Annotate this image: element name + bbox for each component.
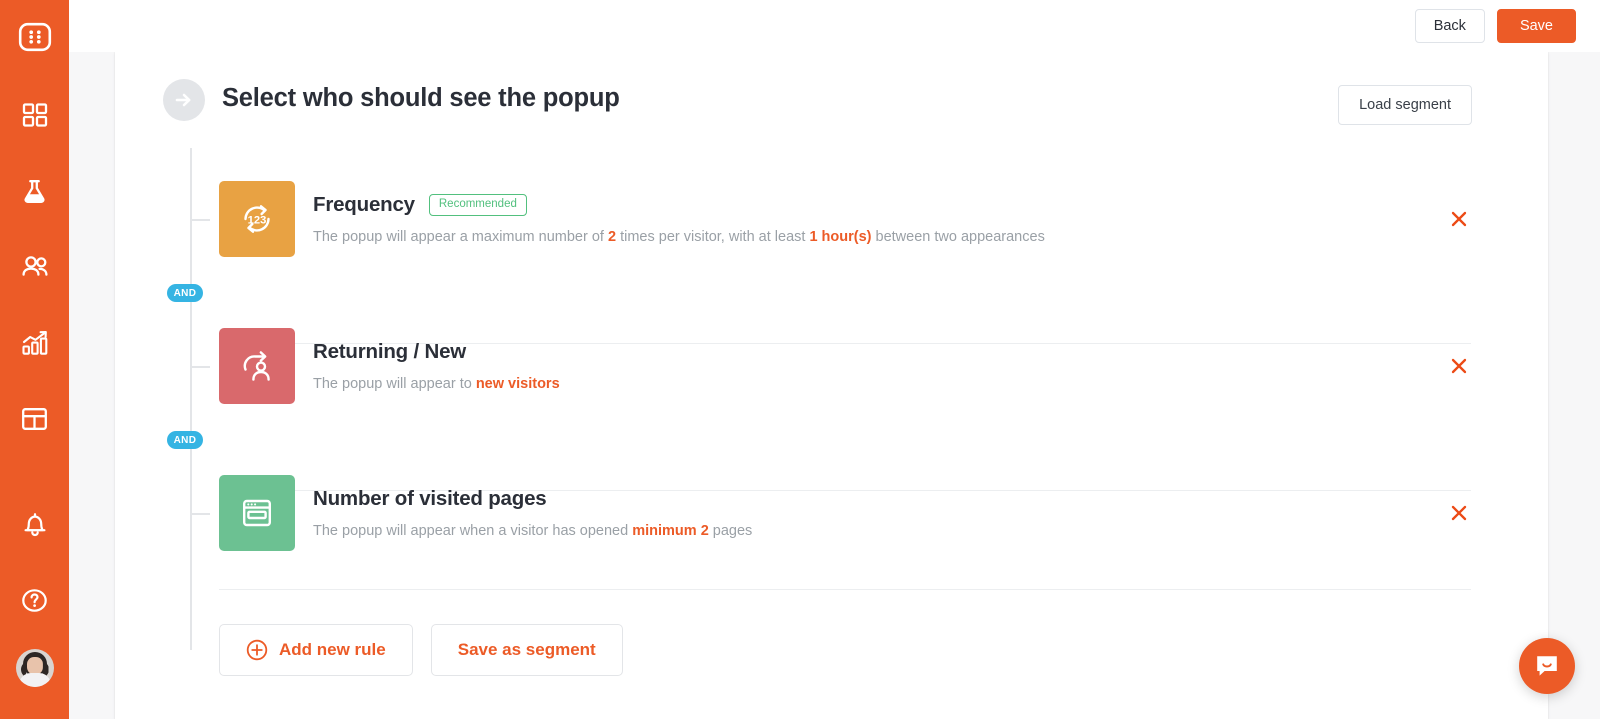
rule-visited-pages-icon-tile [219, 475, 295, 551]
rule-frequency[interactable]: 123 Frequency Recommended The popup will… [219, 181, 1471, 277]
tree-stub-2 [192, 366, 210, 368]
rule-visited-pages-body: Number of visited pages The popup will a… [313, 487, 752, 541]
rule-footer-actions: Add new rule Save as segment [219, 624, 623, 676]
save-as-segment-button[interactable]: Save as segment [430, 624, 623, 676]
squares-icon [22, 103, 47, 127]
sidebar-item-audience[interactable] [13, 245, 57, 289]
rule-returning-new-icon-tile [219, 328, 295, 404]
frequency-123-loop-icon: 123 [244, 205, 270, 233]
arrow-right-circle-icon [163, 79, 205, 121]
and-connector-2[interactable]: AND [167, 431, 203, 449]
back-button[interactable]: Back [1414, 9, 1485, 43]
rule-frequency-body: Frequency Recommended The popup will app… [313, 193, 1045, 247]
flask-icon [24, 179, 45, 203]
avatar-body [18, 673, 51, 687]
rule-returning-new-body: Returning / New The popup will appear to… [313, 340, 560, 394]
save-button[interactable]: Save [1496, 9, 1576, 43]
rule-frequency-title-row: Frequency Recommended [313, 193, 1045, 217]
save-as-segment-label: Save as segment [457, 640, 596, 659]
rule-frequency-icon-tile: 123 [219, 181, 295, 257]
rule-frequency-remove-button[interactable] [1447, 207, 1471, 231]
close-icon [1451, 211, 1467, 227]
close-icon [1451, 505, 1467, 521]
returning-visitor-arrow-person-icon [243, 351, 270, 381]
rule-returning-new-title: Returning / New [313, 340, 467, 363]
sidebar-item-templates[interactable] [13, 397, 57, 441]
intercom-launcher[interactable] [1519, 638, 1575, 694]
sidebar-item-notifications[interactable] [13, 502, 57, 546]
bell-icon [24, 512, 45, 536]
add-new-rule-button[interactable]: Add new rule [219, 624, 413, 676]
page-title: Select who should see the popup [222, 84, 620, 112]
plus-circle-icon [246, 639, 268, 661]
question-circle-icon [22, 588, 47, 612]
rule-returning-new[interactable]: Returning / New The popup will appear to… [219, 328, 1471, 424]
top-bar: Back Save [69, 0, 1600, 52]
close-icon [1451, 358, 1467, 374]
rule-visited-pages-title: Number of visited pages [313, 487, 547, 510]
rule-visited-pages-title-row: Number of visited pages [313, 487, 752, 511]
and-connector-1[interactable]: AND [167, 284, 203, 302]
grid-dots-logo-icon [18, 22, 51, 52]
rule-returning-new-description: The popup will appear to new visitors [313, 376, 560, 392]
sidebar-item-experiments[interactable] [13, 169, 57, 213]
user-avatar[interactable] [15, 649, 54, 687]
content-card: Select who should see the popup Load seg… [115, 52, 1548, 719]
rule-visited-pages-description: The popup will appear when a visitor has… [313, 523, 753, 539]
add-new-rule-label: Add new rule [279, 640, 386, 659]
rule-number-of-visited-pages[interactable]: Number of visited pages The popup will a… [219, 475, 1471, 571]
layout-icon [22, 408, 47, 430]
rule-visited-pages-remove-button[interactable] [1447, 501, 1471, 525]
chat-bubble-smile-icon [1537, 656, 1557, 676]
tree-vertical-line [190, 148, 192, 650]
card-header: Select who should see the popup Load seg… [115, 52, 1548, 125]
app-root: Back Save Select who should see the popu… [0, 0, 1600, 719]
browser-window-pages-icon [242, 499, 272, 527]
top-bar-actions: Back Save [1414, 9, 1576, 43]
rule-returning-new-remove-button[interactable] [1447, 354, 1471, 378]
rule-frequency-description: The popup will appear a maximum number o… [313, 229, 1045, 245]
rule-frequency-title: Frequency [313, 193, 415, 216]
svg-text:123: 123 [248, 214, 267, 226]
load-segment-button[interactable]: Load segment [1338, 85, 1472, 125]
bar-chart-growth-icon [21, 330, 47, 355]
people-icon [21, 256, 48, 276]
sidebar-item-help[interactable] [13, 578, 57, 622]
sidebar-item-analytics[interactable] [13, 321, 57, 365]
tree-stub-1 [192, 219, 210, 221]
recommended-badge: Recommended [428, 194, 527, 216]
rule-returning-new-title-row: Returning / New [313, 340, 560, 364]
app-logo[interactable] [15, 17, 55, 57]
rule-divider-3 [219, 589, 1471, 590]
main-sidebar [0, 0, 69, 719]
sidebar-item-dashboard[interactable] [13, 93, 57, 137]
tree-stub-3 [192, 513, 210, 515]
